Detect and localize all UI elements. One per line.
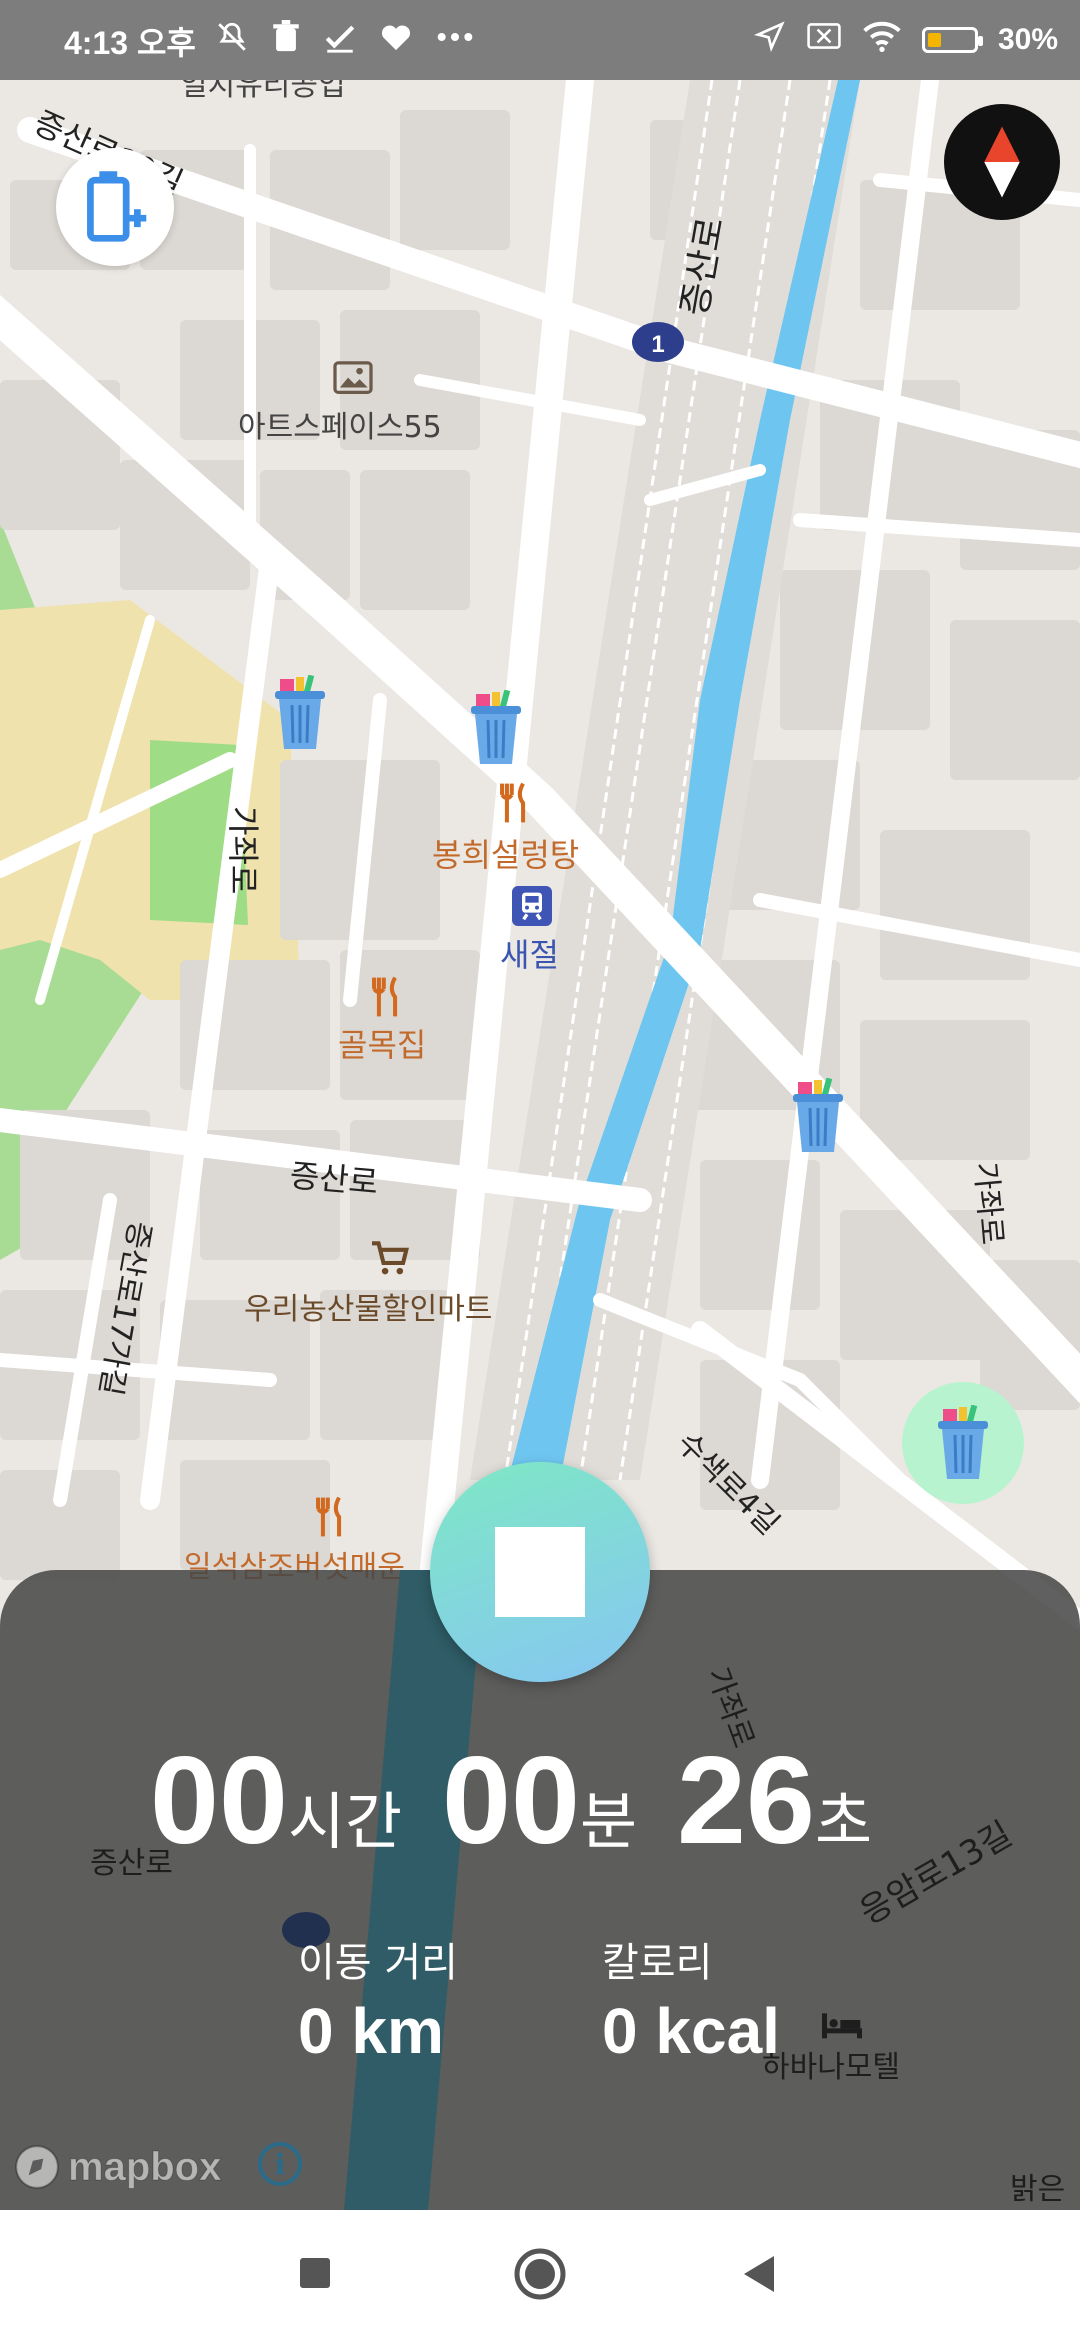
- calorie-label: 칼로리: [602, 1940, 713, 1986]
- hotel-icon: [820, 2010, 864, 2044]
- status-icons-left: [215, 20, 475, 62]
- timer-hours-unit: 시간: [287, 1785, 403, 1858]
- distance-label: 이동 거리: [298, 1940, 458, 1986]
- compass-icon: [984, 126, 1020, 198]
- train-station-icon: [512, 886, 552, 926]
- map-label-mart: 우리농산물할인마트: [244, 1292, 493, 1327]
- recents-button[interactable]: [298, 2256, 332, 2294]
- check-icon: [323, 20, 357, 62]
- distance-stat: 이동 거리 0 km: [298, 1930, 458, 2068]
- map-label-eungam-ro: 응암로13길: [853, 1814, 1019, 1933]
- battery-add-icon: [87, 171, 147, 242]
- trash-bin-marker[interactable]: [272, 675, 328, 749]
- mapbox-logo[interactable]: mapbox: [12, 2142, 222, 2192]
- sim-off-icon: [806, 21, 842, 59]
- mapbox-text: mapbox: [67, 2144, 222, 2189]
- map-label-jeungsan-ro-mid: 증산로: [288, 1156, 380, 1202]
- map-label-gajwa-ro-right: 가좌로: [967, 1160, 1010, 1247]
- trash-bin-marker[interactable]: [468, 690, 524, 764]
- map-label-bright: 밝은: [1010, 2172, 1066, 2207]
- home-icon: [514, 2248, 566, 2300]
- elapsed-timer: 00시간 00분 26초: [150, 1730, 872, 1872]
- timer-seconds-unit: 초: [814, 1785, 872, 1858]
- mapbox-icon: [15, 2145, 59, 2189]
- battery-saver-button[interactable]: [56, 148, 174, 266]
- navigation-bar: [0, 2210, 1080, 2340]
- stop-icon: [495, 1527, 585, 1617]
- compass-button[interactable]: [944, 104, 1060, 220]
- battery-percent: 30%: [997, 23, 1058, 56]
- recents-icon: [300, 2258, 330, 2288]
- wifi-icon: [862, 20, 902, 60]
- timer-seconds: 26: [677, 1732, 815, 1870]
- timer-hours: 00: [150, 1732, 288, 1870]
- status-bar: 4:13 오후 30%: [0, 0, 1080, 80]
- home-button[interactable]: [512, 2246, 568, 2306]
- trash-bin-fab[interactable]: [902, 1382, 1024, 1504]
- status-icons-right: 30%: [753, 20, 1058, 60]
- map-label-factory: 일지유리공업: [180, 80, 346, 103]
- timer-minutes: 00: [442, 1732, 580, 1870]
- back-icon: [744, 2256, 774, 2292]
- attribution-info-icon[interactable]: i: [258, 2142, 302, 2186]
- calorie-stat: 칼로리 0 kcal: [602, 1930, 780, 2068]
- back-button[interactable]: [740, 2254, 778, 2298]
- calorie-value: 0 kcal: [602, 1995, 780, 2067]
- status-time: 4:13 오후: [64, 25, 196, 61]
- notifications-off-icon: [215, 20, 249, 62]
- trash-icon: [271, 20, 301, 62]
- route-badge: 1: [651, 331, 664, 358]
- more-icon: [435, 20, 475, 62]
- stream-dim: [344, 1570, 484, 2210]
- distance-value: 0 km: [298, 1995, 444, 2067]
- location-icon: [753, 20, 786, 60]
- map-label-station: 새절: [500, 936, 559, 974]
- map-label-motel: 하바나모텔: [762, 2050, 900, 2085]
- map-label-art-space: 아트스페이스55: [238, 410, 442, 445]
- battery-icon: [921, 27, 983, 53]
- trash-bin-icon: [938, 1405, 988, 1479]
- battery-fill: [927, 33, 941, 47]
- trash-bin-marker[interactable]: [790, 1078, 846, 1152]
- map-label-seolleongtang: 봉희설렁탕: [432, 836, 580, 874]
- heart-icon: [379, 20, 413, 62]
- timer-minutes-unit: 분: [579, 1785, 638, 1858]
- stop-button[interactable]: [430, 1462, 650, 1682]
- map-label-golmok: 골목집: [338, 1026, 427, 1064]
- map-label-gajwa-ro-left: 가좌로: [224, 806, 262, 895]
